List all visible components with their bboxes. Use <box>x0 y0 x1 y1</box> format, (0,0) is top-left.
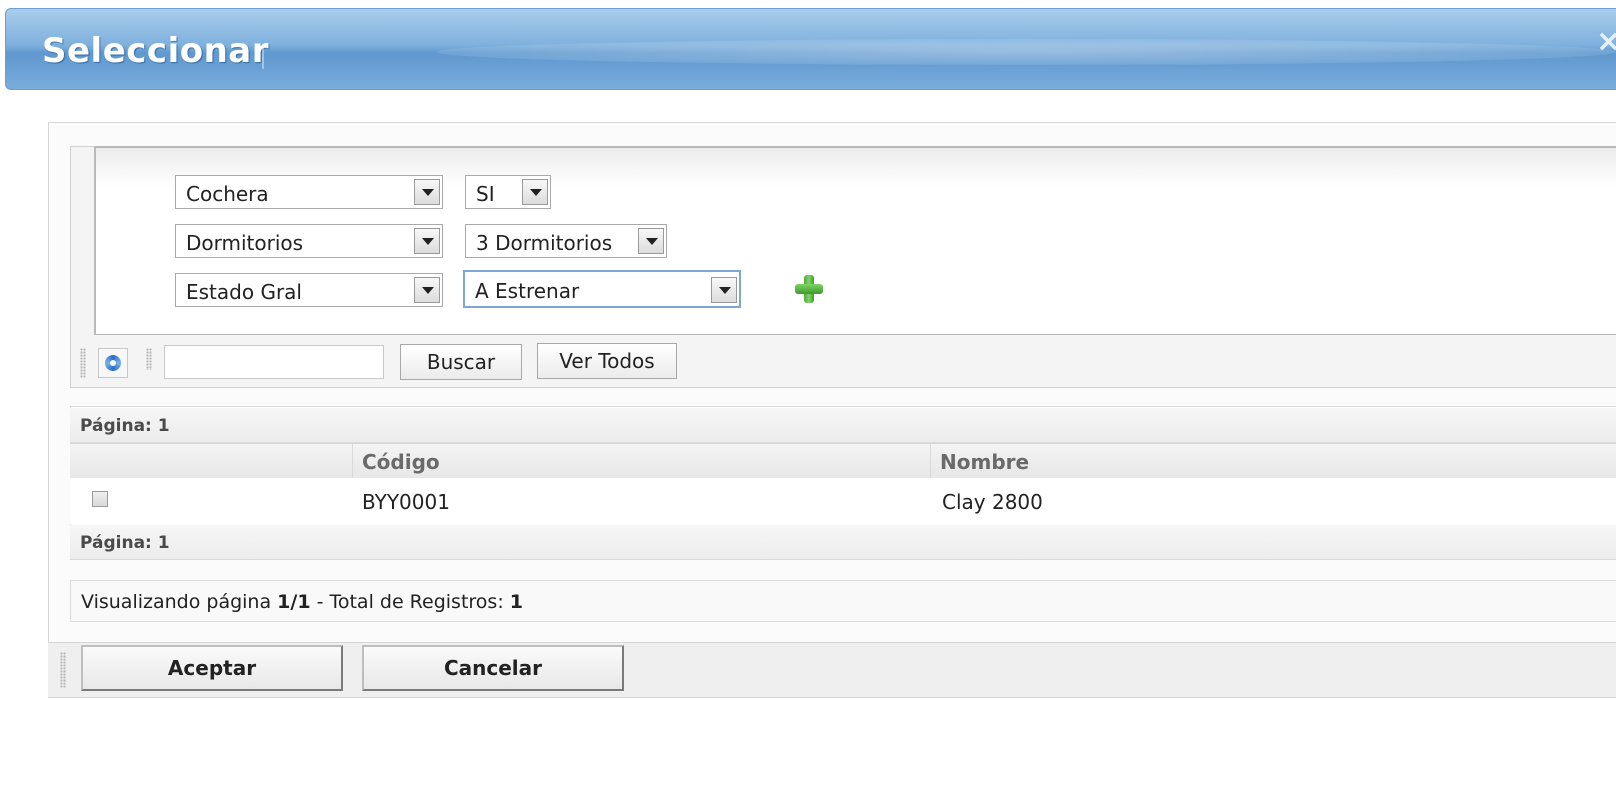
filter-field-select-2[interactable]: Dormitorios <box>175 224 443 258</box>
dialog-titlebar: Seleccionar <box>5 8 1616 90</box>
filter-value-select-2[interactable]: 3 Dormitorios <box>465 224 667 258</box>
cancel-button[interactable]: Cancelar <box>362 645 624 691</box>
chevron-down-icon[interactable] <box>414 228 440 254</box>
status-middle: - Total de Registros: <box>310 591 510 613</box>
grid-pager-bottom: Página: 1 <box>70 525 1616 560</box>
close-icon[interactable]: × <box>1596 24 1616 59</box>
chevron-down-icon[interactable] <box>638 228 664 254</box>
toolbar-separator <box>146 348 152 370</box>
search-button[interactable]: Buscar <box>400 344 522 380</box>
filter-value-select-1[interactable]: SI <box>465 175 551 209</box>
filter-value-text: 3 Dormitorios <box>476 231 613 255</box>
status-bar: Visualizando página 1/1 - Total de Regis… <box>70 580 1616 622</box>
row-checkbox[interactable] <box>92 491 108 507</box>
chevron-down-icon[interactable] <box>414 179 440 205</box>
filter-value-text: SI <box>476 182 495 206</box>
add-filter-icon[interactable] <box>794 274 824 304</box>
chevron-down-icon[interactable] <box>414 277 440 303</box>
status-page: 1/1 <box>277 591 311 613</box>
filter-field-select-3[interactable]: Estado Gral <box>175 273 443 307</box>
column-header-nombre[interactable]: Nombre <box>940 450 1029 474</box>
grid-header: Código Nombre <box>70 443 1616 479</box>
filter-field-select-1[interactable]: Cochera <box>175 175 443 209</box>
cell-codigo: BYY0001 <box>362 490 450 514</box>
status-text: Visualizando página 1/1 - Total de Regis… <box>81 591 523 613</box>
grid-pager-top: Página: 1 <box>70 408 1616 443</box>
filter-value-text: A Estrenar <box>475 279 580 303</box>
filter-field-value: Cochera <box>186 182 269 206</box>
view-all-button[interactable]: Ver Todos <box>537 343 677 379</box>
chevron-down-icon[interactable] <box>711 277 737 303</box>
filter-value-select-3[interactable]: A Estrenar <box>463 270 741 308</box>
footer-grip <box>60 652 66 688</box>
filter-field-value: Estado Gral <box>186 280 302 304</box>
column-header-codigo[interactable]: Código <box>362 450 440 474</box>
status-prefix: Visualizando página <box>81 591 278 613</box>
status-total: 1 <box>509 591 524 613</box>
accept-button[interactable]: Aceptar <box>81 645 343 691</box>
filter-field-value: Dormitorios <box>186 231 304 255</box>
title-separator <box>262 45 264 69</box>
page-label: Página: 1 <box>80 533 170 553</box>
table-row[interactable]: BYY0001 Clay 2800 <box>70 478 1616 524</box>
chevron-down-icon[interactable] <box>522 179 548 205</box>
dialog-title: Seleccionar <box>42 31 269 71</box>
refresh-icon[interactable] <box>98 348 128 378</box>
page-label: Página: 1 <box>80 416 170 436</box>
search-input[interactable] <box>164 345 384 379</box>
toolbar-grip <box>80 348 86 378</box>
cell-nombre: Clay 2800 <box>942 490 1043 514</box>
titlebar-sheen <box>436 39 1616 65</box>
